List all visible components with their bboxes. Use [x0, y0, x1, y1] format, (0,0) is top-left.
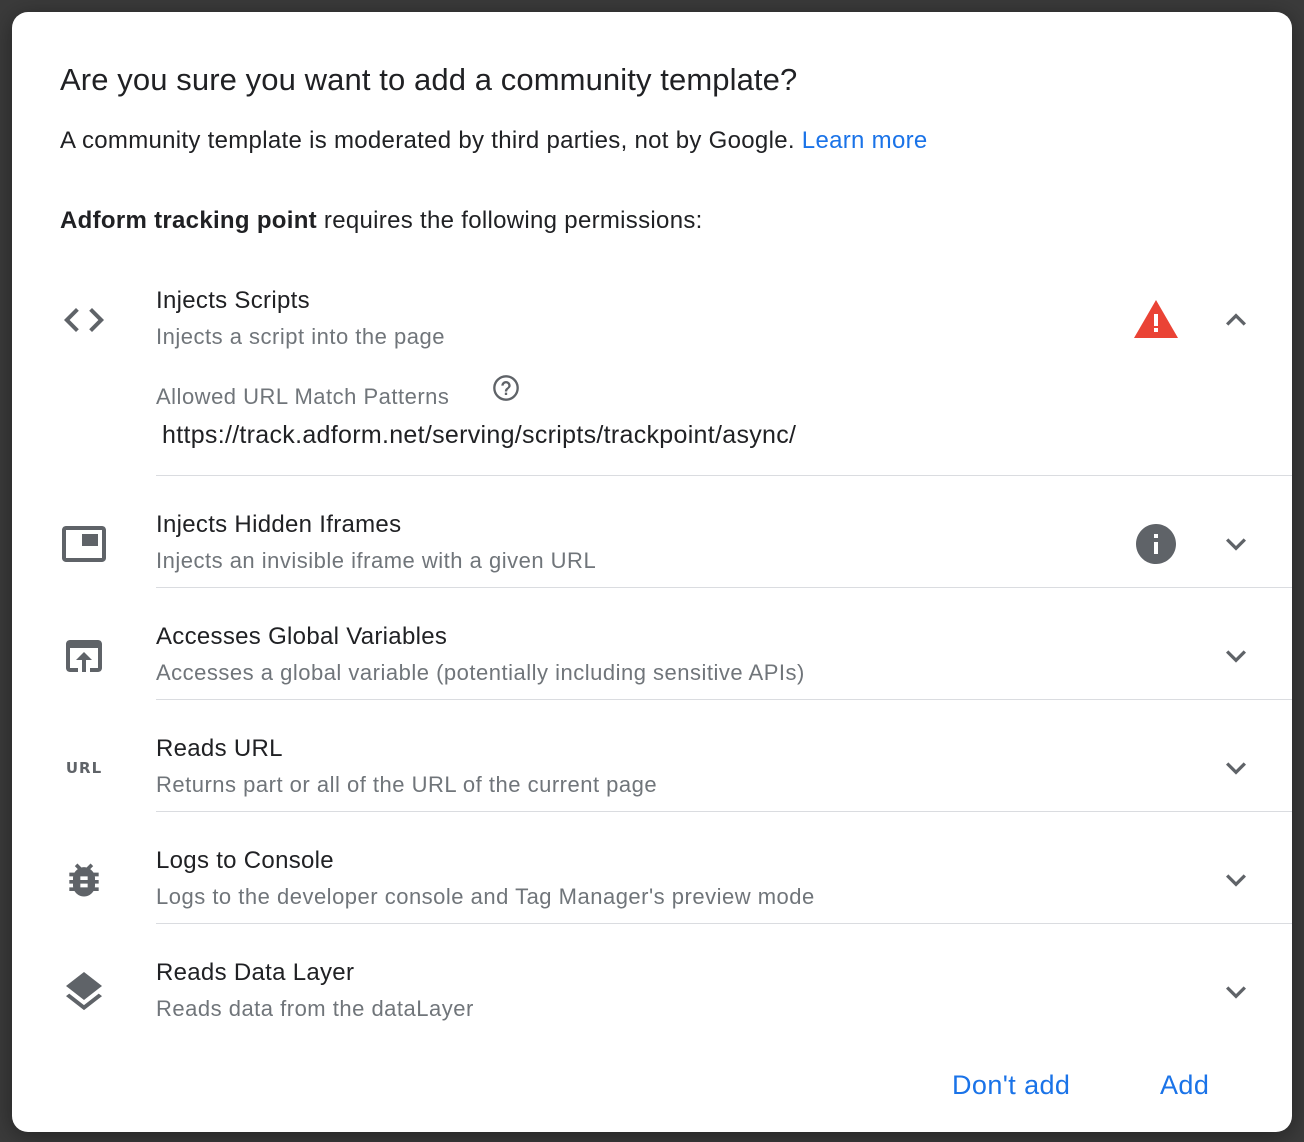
subtitle-text: A community template is moderated by thi…	[60, 127, 795, 154]
help-icon[interactable]	[490, 372, 522, 404]
add-template-dialog: Are you sure you want to add a community…	[12, 12, 1292, 1132]
divider	[156, 811, 1292, 812]
permission-description: Injects a script into the page	[156, 324, 445, 349]
bug-icon	[60, 856, 108, 904]
chevron-down-icon[interactable]	[1212, 520, 1260, 568]
dialog-title: Are you sure you want to add a community…	[60, 62, 798, 97]
allowed-url-value: https://track.adform.net/serving/scripts…	[162, 421, 797, 449]
permission-reads-data-layer[interactable]: Reads Data Layer Reads data from the dat…	[12, 944, 1292, 1040]
chevron-down-icon[interactable]	[1212, 744, 1260, 792]
permission-title: Injects Scripts	[156, 287, 310, 314]
open-in-browser-icon	[60, 632, 108, 680]
permission-accesses-global-variables[interactable]: Accesses Global Variables Accesses a glo…	[12, 608, 1292, 704]
add-button[interactable]: Add	[1160, 1070, 1209, 1101]
divider	[156, 475, 1292, 476]
url-icon-text: URL	[65, 759, 103, 777]
url-icon: URL	[60, 744, 108, 792]
permission-title: Reads URL	[156, 735, 283, 762]
requires-text: requires the following permissions:	[316, 207, 703, 234]
learn-more-link[interactable]: Learn more	[802, 127, 928, 154]
layers-icon	[60, 968, 108, 1016]
chevron-down-icon[interactable]	[1212, 632, 1260, 680]
permission-description: Logs to the developer console and Tag Ma…	[156, 884, 815, 909]
dont-add-button[interactable]: Don't add	[952, 1070, 1070, 1101]
permission-logs-to-console[interactable]: Logs to Console Logs to the developer co…	[12, 832, 1292, 928]
permissions-intro: Adform tracking point requires the follo…	[60, 207, 703, 235]
chevron-down-icon[interactable]	[1212, 968, 1260, 1016]
permission-description: Accesses a global variable (potentially …	[156, 660, 805, 685]
permission-description: Returns part or all of the URL of the cu…	[156, 772, 658, 797]
dialog-subtitle: A community template is moderated by thi…	[60, 127, 928, 155]
permission-title: Injects Hidden Iframes	[156, 511, 402, 538]
permission-title: Logs to Console	[156, 847, 334, 874]
permission-injects-scripts[interactable]: Injects Scripts Injects a script into th…	[12, 272, 1292, 486]
permission-description: Reads data from the dataLayer	[156, 996, 474, 1021]
divider	[156, 923, 1292, 924]
warning-icon	[1132, 296, 1180, 344]
iframe-icon	[60, 520, 108, 568]
template-name: Adform tracking point	[60, 207, 317, 234]
chevron-up-icon[interactable]	[1212, 296, 1260, 344]
chevron-down-icon[interactable]	[1212, 856, 1260, 904]
permission-description: Injects an invisible iframe with a given…	[156, 548, 597, 573]
divider	[156, 699, 1292, 700]
allowed-url-label: Allowed URL Match Patterns	[156, 384, 450, 409]
info-icon	[1132, 520, 1180, 568]
code-icon	[60, 296, 108, 344]
permission-title: Reads Data Layer	[156, 959, 355, 986]
permission-title: Accesses Global Variables	[156, 623, 448, 650]
divider	[156, 587, 1292, 588]
permission-reads-url[interactable]: URL Reads URL Returns part or all of the…	[12, 720, 1292, 816]
permission-injects-hidden-iframes[interactable]: Injects Hidden Iframes Injects an invisi…	[12, 496, 1292, 592]
